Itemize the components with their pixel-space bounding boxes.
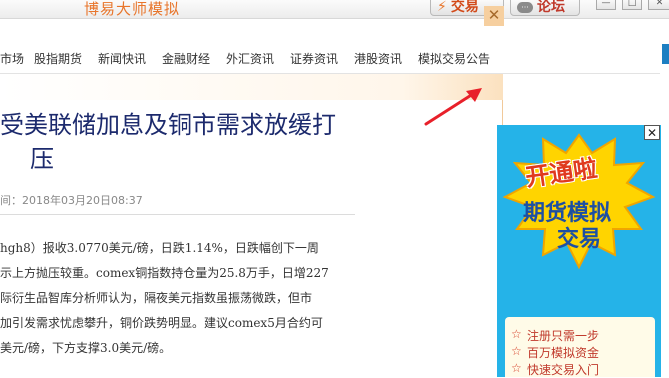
star-icon: ☆ <box>511 327 522 341</box>
nav-item-news-flash[interactable]: 新闻快讯 <box>98 50 146 67</box>
app-title: 博易大师模拟 <box>84 0 181 18</box>
body-line: 加引发需求忧虑攀升，铜价跌势明显。建议comex5月合约可 <box>0 316 323 330</box>
ad-close-icon[interactable]: ✕ <box>644 125 660 140</box>
right-scroll-thumb[interactable] <box>662 44 669 64</box>
forum-button-label: 论坛 <box>537 0 565 15</box>
minimize-button[interactable]: — <box>596 0 616 10</box>
category-nav: 市场 股指期货 新闻快讯 金融财经 外汇资讯 证券资讯 港股资讯 模拟交易公告 <box>0 44 500 72</box>
star-icon: ☆ <box>511 344 522 358</box>
maximize-button[interactable]: □ <box>622 0 642 10</box>
annotation-arrow-icon <box>424 88 482 126</box>
nav-item-securities[interactable]: 证券资讯 <box>290 50 338 67</box>
lightning-icon: ⚡ <box>437 0 447 15</box>
ad-feature-item: ☆ 百万模拟资金 <box>511 344 600 360</box>
meta-divider <box>0 214 355 215</box>
article-meta: 间：2018年03月20日08:37 <box>0 194 143 207</box>
star-icon: ☆ <box>511 361 522 375</box>
nav-item-market[interactable]: 市场 <box>0 50 24 67</box>
article-headline: 受美联储加息及铜市需求放缓打 压 <box>0 108 370 176</box>
body-line: 示上方抛压较重。comex铜指数持仓量为25.8万手，日增227 <box>0 266 329 280</box>
chat-bubble-icon: ··· <box>517 2 533 13</box>
article-body: hgh8）报收3.0770美元/磅，日跌1.14%，日跌幅创下一周 示上方抛压较… <box>0 236 360 361</box>
body-line: 际衍生品智库分析师认为，隔夜美元指数虽振荡微跌，但市 <box>0 291 313 305</box>
trade-button-label: 交易 <box>450 0 479 15</box>
forum-button[interactable]: ··· 论坛 <box>510 0 580 16</box>
window-close-button[interactable]: ✕ <box>648 0 669 10</box>
nav-item-forex[interactable]: 外汇资讯 <box>226 50 274 67</box>
title-bar: 博易大师模拟 ⚡ 交易 ··· 论坛 — □ ✕ <box>0 0 669 19</box>
headline-line-1: 受美联储加息及铜市需求放缓打 <box>0 111 336 139</box>
body-line: 美元/磅，下方支撑3.0美元/磅。 <box>0 341 172 355</box>
headline-line-2: 压 <box>30 145 54 173</box>
ad-feature-item: ☆ 快速交易入门 <box>511 361 600 377</box>
ad-feature-list: ☆ 注册只需一步 ☆ 百万模拟资金 ☆ 快速交易入门 <box>505 317 655 377</box>
ad-subtitle-2: 交易 <box>557 227 602 252</box>
body-line: hgh8）报收3.0770美元/磅，日跌1.14%，日跌幅创下一周 <box>0 241 319 255</box>
nav-item-sim-trading-notice[interactable]: 模拟交易公告 <box>418 50 490 67</box>
ad-feature-item: ☆ 注册只需一步 <box>511 327 600 343</box>
nav-item-hk-stocks[interactable]: 港股资讯 <box>354 50 402 67</box>
nav-item-finance[interactable]: 金融财经 <box>162 50 210 67</box>
panel-close-icon[interactable]: ✕ <box>484 6 504 26</box>
right-scroll-track <box>660 44 669 377</box>
nav-item-index-futures[interactable]: 股指期货 <box>34 50 82 67</box>
